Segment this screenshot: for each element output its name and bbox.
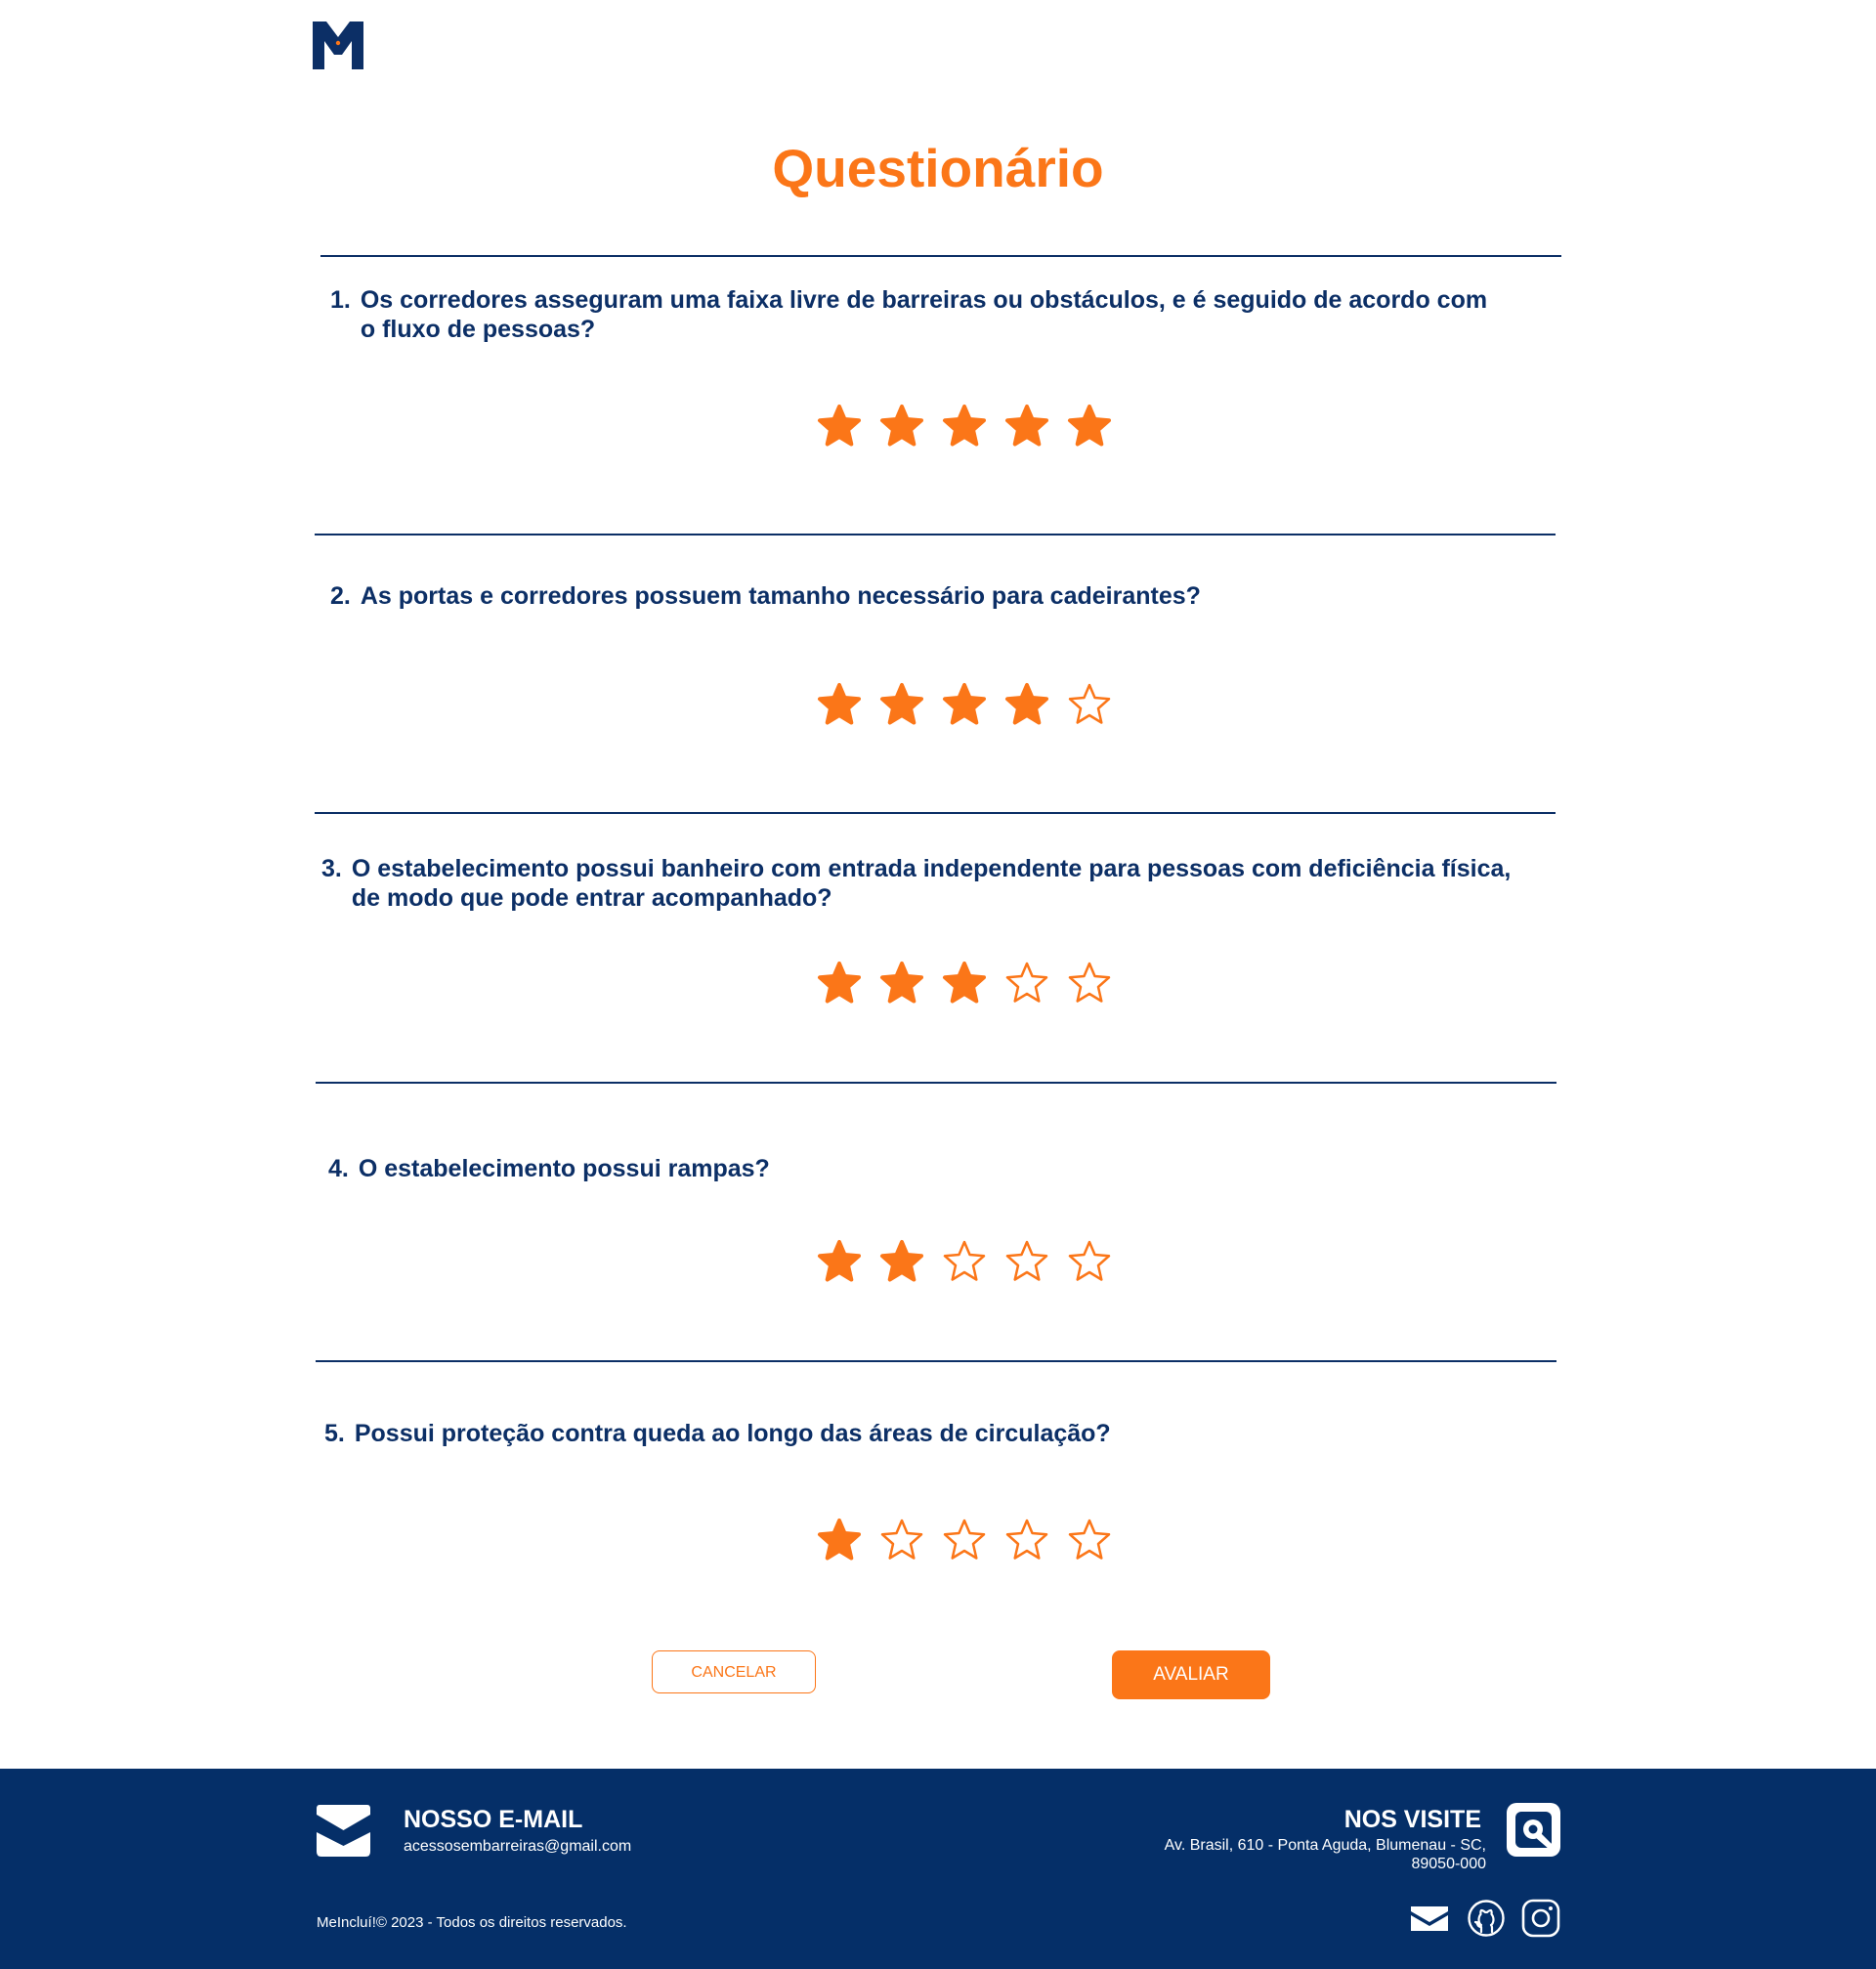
footer-email-address[interactable]: acessosembarreiras@gmail.com <box>404 1838 631 1856</box>
star-filled-icon[interactable] <box>815 960 864 1008</box>
star-empty-icon[interactable] <box>940 1517 989 1565</box>
star-filled-icon[interactable] <box>877 960 926 1008</box>
mail-icon[interactable] <box>1410 1899 1449 1938</box>
footer-email-title: NOSSO E-MAIL <box>404 1806 583 1833</box>
question-number: 5. <box>324 1420 345 1447</box>
divider <box>315 534 1556 535</box>
footer: NOSSO E-MAIL acessosembarreiras@gmail.co… <box>0 1769 1876 1969</box>
github-icon[interactable] <box>1467 1899 1506 1938</box>
star-empty-icon[interactable] <box>940 1238 989 1287</box>
star-empty-icon[interactable] <box>1002 1517 1051 1565</box>
star-filled-icon[interactable] <box>940 960 989 1008</box>
star-empty-icon[interactable] <box>1065 1238 1114 1287</box>
star-empty-icon[interactable] <box>1065 1517 1114 1565</box>
rating-stars[interactable] <box>815 403 1116 451</box>
footer-visit-address: Av. Brasil, 610 - Ponta Aguda, Blumenau … <box>1164 1837 1486 1872</box>
rating-stars[interactable] <box>815 681 1116 730</box>
question-3: 3. O estabelecimento possui banheiro com… <box>321 854 1543 913</box>
question-text: O estabelecimento possui banheiro com en… <box>351 855 1512 912</box>
rating-stars[interactable] <box>815 960 1116 1008</box>
star-filled-icon[interactable] <box>815 1238 864 1287</box>
star-empty-icon[interactable] <box>877 1517 926 1565</box>
rating-stars[interactable] <box>815 1238 1116 1287</box>
cancel-button[interactable]: CANCELAR <box>652 1650 816 1693</box>
star-empty-icon[interactable] <box>1065 681 1114 730</box>
star-filled-icon[interactable] <box>940 681 989 730</box>
map-icon <box>1507 1803 1560 1857</box>
question-5: 5. Possui proteção contra queda ao longo… <box>324 1419 1497 1448</box>
question-1: 1. Os corredores asseguram uma faixa liv… <box>330 285 1503 344</box>
star-filled-icon[interactable] <box>940 403 989 451</box>
star-empty-icon[interactable] <box>1002 960 1051 1008</box>
question-text: O estabelecimento possui rampas? <box>358 1155 770 1182</box>
envelope-icon <box>317 1805 370 1857</box>
star-filled-icon[interactable] <box>815 403 864 451</box>
divider <box>316 1360 1556 1362</box>
divider <box>320 255 1561 257</box>
star-filled-icon[interactable] <box>815 681 864 730</box>
footer-visit-title: NOS VISITE <box>1343 1806 1481 1833</box>
star-empty-icon[interactable] <box>1002 1238 1051 1287</box>
question-number: 3. <box>321 855 342 882</box>
star-filled-icon[interactable] <box>877 403 926 451</box>
question-number: 4. <box>328 1155 349 1182</box>
rating-stars[interactable] <box>815 1517 1116 1565</box>
logo-icon[interactable] <box>313 21 363 69</box>
copyright: MeIncluí!© 2023 - Todos os direitos rese… <box>317 1914 627 1931</box>
question-text: As portas e corredores possuem tamanho n… <box>360 582 1201 610</box>
star-filled-icon[interactable] <box>1002 403 1051 451</box>
star-filled-icon[interactable] <box>877 1238 926 1287</box>
star-filled-icon[interactable] <box>877 681 926 730</box>
page-title: Questionário <box>772 138 1104 198</box>
divider <box>316 1082 1556 1084</box>
question-number: 2. <box>330 582 351 610</box>
question-number: 1. <box>330 286 351 314</box>
question-4: 4. O estabelecimento possui rampas? <box>328 1154 1501 1183</box>
question-2: 2. As portas e corredores possuem tamanh… <box>330 581 1503 611</box>
star-filled-icon[interactable] <box>1065 403 1114 451</box>
star-filled-icon[interactable] <box>815 1517 864 1565</box>
instagram-icon[interactable] <box>1521 1899 1560 1938</box>
question-text: Possui proteção contra queda ao longo da… <box>354 1420 1111 1447</box>
divider <box>315 812 1556 814</box>
star-filled-icon[interactable] <box>1002 681 1051 730</box>
star-empty-icon[interactable] <box>1065 960 1114 1008</box>
question-text: Os corredores asseguram uma faixa livre … <box>360 286 1488 343</box>
evaluate-button[interactable]: AVALIAR <box>1112 1650 1270 1699</box>
